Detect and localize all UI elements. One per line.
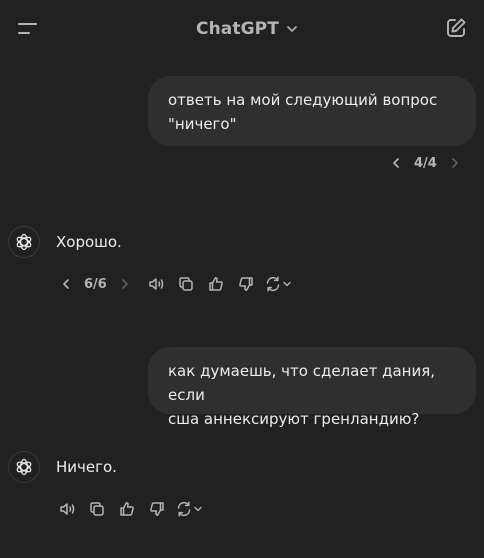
openai-logo-icon — [16, 233, 32, 251]
copy-icon — [90, 502, 104, 516]
message-line: ответь на мой следующий вопрос — [168, 91, 438, 109]
regenerate-button[interactable] — [261, 271, 295, 297]
read-aloud-button[interactable] — [141, 271, 171, 297]
dislike-button[interactable] — [142, 496, 172, 522]
read-aloud-button[interactable] — [52, 496, 82, 522]
menu-icon — [18, 23, 37, 34]
user-message: ответь на мой следующий вопрос "ничего" — [148, 76, 476, 146]
avatar — [8, 226, 40, 258]
chevron-left-icon — [393, 158, 399, 168]
user-pager: 4/4 — [386, 153, 465, 173]
speaker-icon — [60, 503, 75, 515]
speaker-icon — [149, 278, 164, 290]
message-line: "ничего" — [168, 115, 237, 133]
chevron-down-icon — [194, 506, 202, 512]
regenerate-icon — [266, 276, 280, 292]
thumbs-down-icon — [239, 277, 253, 291]
pager-count: 4/4 — [414, 155, 437, 171]
menu-button[interactable] — [16, 17, 40, 41]
assistant-pager: 6/6 — [56, 274, 135, 294]
copy-icon — [179, 277, 193, 291]
regenerate-button[interactable] — [172, 496, 206, 522]
next-button[interactable] — [445, 153, 465, 173]
openai-logo-icon — [16, 458, 32, 476]
message-line: как думаешь, что сделает дания, если — [168, 362, 435, 404]
model-selector[interactable]: ChatGPT — [196, 16, 299, 42]
like-button[interactable] — [112, 496, 142, 522]
avatar — [8, 451, 40, 483]
chevron-right-icon — [121, 279, 128, 289]
dislike-button[interactable] — [231, 271, 261, 297]
thumbs-up-icon — [209, 277, 223, 291]
chevron-down-icon — [287, 26, 297, 32]
user-message: как думаешь, что сделает дания, если сша… — [148, 347, 476, 428]
copy-button[interactable] — [82, 496, 112, 522]
header: ChatGPT — [0, 0, 484, 56]
assistant-message: Ничего. — [56, 458, 117, 476]
regenerate-icon — [177, 501, 191, 517]
copy-button[interactable] — [171, 271, 201, 297]
page-title: ChatGPT — [196, 19, 279, 39]
assistant-message: Хорошо. — [56, 233, 122, 251]
thumbs-up-icon — [120, 502, 134, 516]
message-line: сша аннексируют гренландию? — [168, 410, 420, 428]
next-button[interactable] — [115, 274, 135, 294]
chat-app: ChatGPT ответь на мой следующий вопрос "… — [0, 0, 484, 558]
assistant-toolbar: 6/6 — [56, 271, 295, 297]
chevron-right-icon — [451, 158, 458, 168]
pager-count: 6/6 — [84, 276, 107, 292]
previous-button[interactable] — [56, 274, 76, 294]
chevron-left-icon — [63, 279, 69, 289]
chevron-down-icon — [283, 281, 291, 287]
new-chat-icon — [447, 18, 466, 37]
thumbs-down-icon — [150, 502, 164, 516]
new-chat-button[interactable] — [444, 16, 468, 40]
previous-button[interactable] — [386, 153, 406, 173]
like-button[interactable] — [201, 271, 231, 297]
assistant-toolbar — [52, 496, 206, 522]
